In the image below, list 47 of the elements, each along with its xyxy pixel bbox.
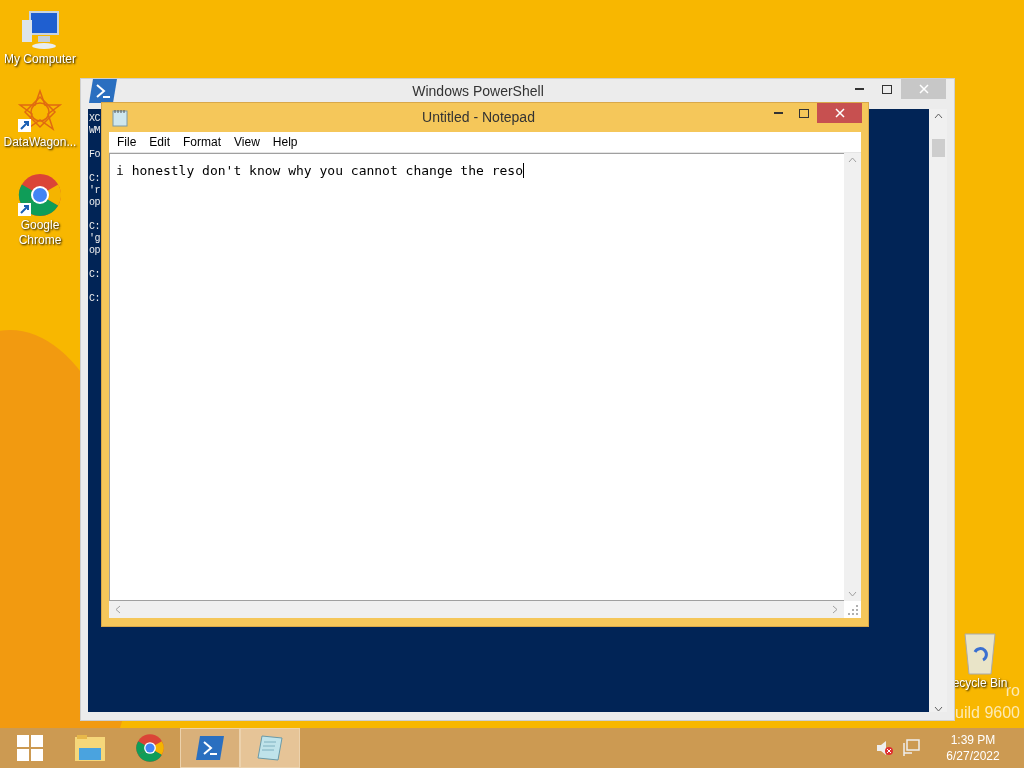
console-text: C: xyxy=(89,221,100,233)
console-text: C: xyxy=(89,269,100,281)
edition-watermark-text: uild 9600 xyxy=(955,703,1020,723)
menu-item[interactable]: File xyxy=(111,133,143,151)
taskbar-button[interactable] xyxy=(180,728,240,768)
muted-speaker-icon[interactable] xyxy=(876,740,894,756)
menu-item[interactable]: Format xyxy=(177,133,228,151)
console-text: C: xyxy=(89,173,100,185)
maximize-icon xyxy=(799,108,809,118)
scroll-right-icon[interactable] xyxy=(832,605,838,614)
chrome-logo-icon xyxy=(17,172,63,218)
menu-item[interactable]: View xyxy=(228,133,266,151)
menu-item[interactable]: Edit xyxy=(143,133,177,151)
minimize-icon xyxy=(773,112,783,114)
scroll-left-icon[interactable] xyxy=(115,605,121,614)
scroll-up-icon[interactable] xyxy=(848,157,857,163)
chrome-logo-icon xyxy=(135,733,165,763)
windows-logo-icon xyxy=(17,735,43,761)
star-emblem-icon xyxy=(17,89,63,135)
scroll-down-icon[interactable] xyxy=(933,706,943,712)
terminal-prompt-icon xyxy=(196,736,224,760)
scroll-down-icon[interactable] xyxy=(848,591,857,597)
console-text: op xyxy=(89,245,100,257)
minimize-icon xyxy=(854,88,864,90)
notepad-icon xyxy=(112,108,128,127)
folder-icon xyxy=(74,734,106,762)
window-title: Untitled - Notepad xyxy=(421,108,536,127)
console-text: op xyxy=(89,197,100,209)
notepad-icon xyxy=(256,734,284,762)
console-text: 'g xyxy=(89,233,100,245)
close-icon xyxy=(834,108,845,118)
taskbar-button[interactable] xyxy=(240,728,300,768)
terminal-prompt-icon xyxy=(89,79,117,103)
window-title: Windows PowerShell xyxy=(411,81,545,101)
close-icon xyxy=(918,84,929,94)
console-text: WM xyxy=(89,125,100,137)
console-text: C: xyxy=(89,293,100,305)
console-text: XC xyxy=(89,113,100,125)
network-icon[interactable] xyxy=(902,739,920,757)
scroll-up-icon[interactable] xyxy=(933,113,943,119)
scroll-thumb[interactable] xyxy=(931,139,945,157)
maximize-icon xyxy=(882,84,892,94)
editor-text: i honestly don't know why you cannot change the reso xyxy=(116,163,523,178)
console-text: 'r xyxy=(89,185,100,197)
menu-item[interactable]: Help xyxy=(266,133,304,151)
recycle-bin-icon xyxy=(963,632,997,676)
console-text: Fo xyxy=(89,149,100,161)
